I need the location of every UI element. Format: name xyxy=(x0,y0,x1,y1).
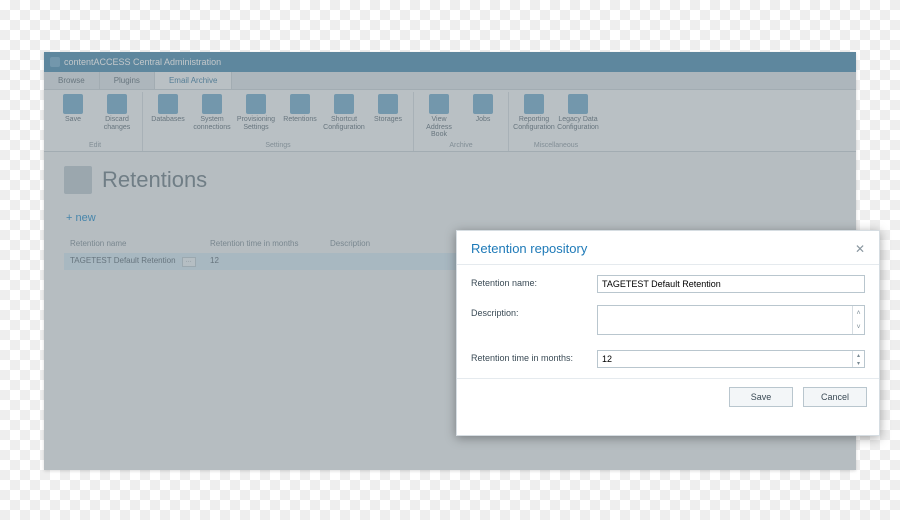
ribbon-group-label: Miscellaneous xyxy=(534,141,578,151)
discard-icon xyxy=(107,94,127,114)
shortcut-icon xyxy=(334,94,354,114)
chevron-up-icon[interactable]: ˄ xyxy=(852,306,864,320)
provisioning-icon xyxy=(246,94,266,114)
ribbon-group-archive: View Address Book Jobs Archive xyxy=(414,92,509,151)
dialog-title: Retention repository xyxy=(471,241,587,256)
retention-time-input[interactable] xyxy=(597,350,865,368)
page-title: Retentions xyxy=(102,167,207,193)
name-label: Retention name: xyxy=(471,275,597,288)
grid-header-name[interactable]: Retention name xyxy=(64,236,204,251)
ribbon-group-label: Edit xyxy=(89,141,101,151)
storage-icon xyxy=(378,94,398,114)
time-label: Retention time in months: xyxy=(471,350,597,363)
dialog-body: Retention name: Description: ˄˅ Retentio… xyxy=(457,265,879,378)
retention-dialog: Retention repository ✕ Retention name: D… xyxy=(456,230,880,436)
ribbon-group-label: Archive xyxy=(449,141,472,151)
legacy-icon xyxy=(568,94,588,114)
tab-browse[interactable]: Browse xyxy=(44,72,100,89)
ribbon-group-label: Settings xyxy=(265,141,290,151)
connections-icon xyxy=(202,94,222,114)
grid-header-desc[interactable]: Description xyxy=(324,236,424,251)
page-icon xyxy=(64,166,92,194)
reporting-icon xyxy=(524,94,544,114)
main-tabs: Browse Plugins Email Archive xyxy=(44,72,856,90)
tab-plugins[interactable]: Plugins xyxy=(100,72,155,89)
row-name: TAGETEST Default Retention ··· xyxy=(64,253,204,270)
ribbon-group-edit: Save Discard changes Edit xyxy=(48,92,143,151)
ribbon-storages[interactable]: Storages xyxy=(367,92,409,141)
ribbon-discard[interactable]: Discard changes xyxy=(96,92,138,141)
chevron-up-icon[interactable]: ▴ xyxy=(852,351,864,359)
ribbon-system-connections[interactable]: System connections xyxy=(191,92,233,141)
page-header: Retentions xyxy=(64,166,836,194)
window-titlebar: contentACCESS Central Administration xyxy=(44,52,856,72)
ribbon-group-misc: Reporting Configuration Legacy Data Conf… xyxy=(509,92,603,151)
database-icon xyxy=(158,94,178,114)
ribbon-group-settings: Databases System connections Provisionin… xyxy=(143,92,414,151)
ribbon-shortcut[interactable]: Shortcut Configuration xyxy=(323,92,365,141)
jobs-icon xyxy=(473,94,493,114)
ribbon-save[interactable]: Save xyxy=(52,92,94,141)
close-icon[interactable]: ✕ xyxy=(855,242,865,256)
app-logo-icon xyxy=(50,57,60,67)
row-desc xyxy=(324,253,424,270)
window-title: contentACCESS Central Administration xyxy=(64,52,221,72)
cancel-button[interactable]: Cancel xyxy=(803,387,867,407)
addressbook-icon xyxy=(429,94,449,114)
row-menu-icon[interactable]: ··· xyxy=(182,257,196,267)
number-spinner[interactable]: ▴▾ xyxy=(852,351,864,367)
ribbon-address-book[interactable]: View Address Book xyxy=(418,92,460,141)
dialog-footer: Save Cancel xyxy=(457,378,879,415)
retention-icon xyxy=(290,94,310,114)
ribbon-legacy[interactable]: Legacy Data Configuration xyxy=(557,92,599,141)
ribbon-retentions[interactable]: Retentions xyxy=(279,92,321,141)
textarea-scroll[interactable]: ˄˅ xyxy=(852,306,864,334)
desc-label: Description: xyxy=(471,305,597,318)
grid-header-time[interactable]: Retention time in months xyxy=(204,236,324,251)
ribbon-provisioning[interactable]: Provisioning Settings xyxy=(235,92,277,141)
ribbon-reporting[interactable]: Reporting Configuration xyxy=(513,92,555,141)
dialog-titlebar: Retention repository ✕ xyxy=(457,231,879,265)
tab-email-archive[interactable]: Email Archive xyxy=(155,72,232,89)
row-time: 12 xyxy=(204,253,324,270)
ribbon: Save Discard changes Edit Databases Syst… xyxy=(44,90,856,152)
chevron-down-icon[interactable]: ▾ xyxy=(852,359,864,367)
save-button[interactable]: Save xyxy=(729,387,793,407)
description-input[interactable] xyxy=(597,305,865,335)
ribbon-databases[interactable]: Databases xyxy=(147,92,189,141)
chevron-down-icon[interactable]: ˅ xyxy=(852,320,864,334)
ribbon-jobs[interactable]: Jobs xyxy=(462,92,504,141)
new-link[interactable]: + new xyxy=(66,212,96,224)
save-icon xyxy=(63,94,83,114)
retention-name-input[interactable] xyxy=(597,275,865,293)
